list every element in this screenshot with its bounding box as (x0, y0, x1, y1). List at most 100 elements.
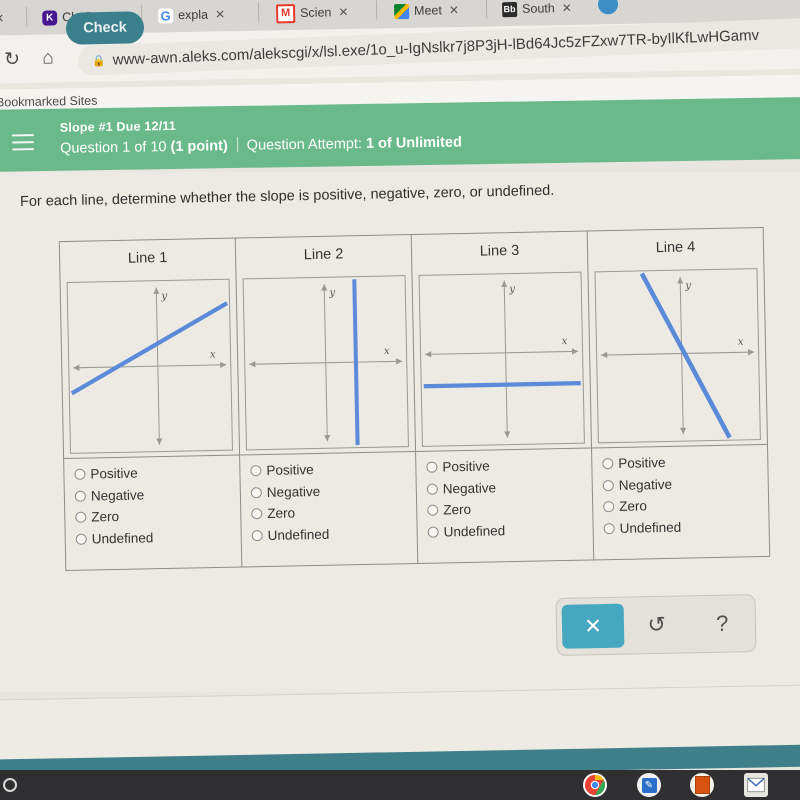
radio-icon[interactable] (603, 522, 615, 534)
radio-icon[interactable] (251, 529, 263, 541)
lock-icon: 🔒 (91, 54, 106, 67)
browser-tab-3[interactable]: Meet ✕ (393, 0, 459, 26)
radio-icon[interactable] (602, 479, 614, 491)
graph-line-3: y x (418, 271, 585, 447)
tab-divider (375, 0, 378, 21)
chrome-icon[interactable] (583, 773, 607, 797)
option-label: Zero (443, 501, 472, 518)
option-zero-1[interactable]: Zero (75, 507, 240, 525)
column-title: Line 2 (303, 246, 344, 264)
radio-icon[interactable] (251, 508, 263, 520)
radio-icon[interactable] (250, 486, 262, 498)
option-positive-1[interactable]: Positive (74, 464, 239, 482)
option-label: Positive (90, 465, 138, 482)
radio-icon[interactable] (74, 490, 86, 502)
graph-line-1: y x (66, 278, 234, 454)
attempt-label: Question Attempt: (246, 135, 367, 154)
close-icon[interactable]: ✕ (449, 3, 459, 17)
line-column-2: Line 2 y x Positive Negative Zero Undefi… (235, 235, 419, 567)
radio-icon[interactable] (250, 465, 262, 477)
lines-table: Line 1 y x Positive Negative Zero Undefi… (58, 226, 771, 572)
undo-button[interactable]: ↺ (624, 611, 690, 638)
browser-tab-2[interactable]: M Scien ✕ (275, 0, 349, 28)
screen-photo: ✕ K Ch_5. ✕ G expla ✕ M Scien ✕ Meet ✕ B… (0, 0, 800, 800)
classroom-icon[interactable]: ✎ (637, 773, 661, 797)
radio-icon[interactable] (426, 483, 438, 495)
docs-icon[interactable] (690, 773, 714, 797)
radio-icon[interactable] (427, 526, 439, 538)
option-positive-4[interactable]: Positive (602, 453, 767, 471)
bookmark-item[interactable]: nt Bookmarked Sites (0, 94, 98, 110)
profile-avatar[interactable] (597, 0, 619, 15)
option-zero-2[interactable]: Zero (251, 503, 416, 521)
tab-label: Meet (413, 3, 443, 18)
tab-divider (485, 0, 488, 19)
help-button[interactable]: ? (689, 610, 755, 637)
clear-button[interactable]: ✕ (561, 603, 625, 649)
option-label: Negative (442, 479, 497, 496)
option-negative-4[interactable]: Negative (602, 474, 768, 492)
close-icon[interactable]: ✕ (562, 1, 572, 15)
tab-close-leftmost[interactable]: ✕ (0, 3, 5, 33)
graph-line-4: y x (594, 268, 761, 444)
option-undefined-1[interactable]: Undefined (75, 528, 241, 547)
answer-toolbar: ✕ ↺ ? (555, 594, 757, 656)
meet-icon (393, 3, 410, 19)
option-label: Undefined (443, 522, 506, 539)
close-icon[interactable]: ✕ (0, 11, 4, 25)
tab-label: South (521, 1, 555, 16)
option-undefined-2[interactable]: Undefined (251, 524, 417, 543)
aleks-header: Slope #1 Due 12/11 Question 1 of 10 (1 p… (0, 96, 800, 172)
option-label: Zero (619, 498, 648, 514)
option-label: Undefined (619, 519, 682, 536)
option-positive-3[interactable]: Positive (426, 456, 591, 474)
radio-icon[interactable] (75, 533, 87, 545)
option-positive-2[interactable]: Positive (250, 460, 415, 478)
check-button[interactable]: Check (65, 11, 145, 45)
svg-text:y: y (684, 279, 691, 291)
option-label: Positive (442, 458, 490, 475)
radio-icon[interactable] (426, 461, 438, 473)
option-label: Negative (266, 483, 321, 500)
hamburger-menu-icon[interactable] (11, 134, 35, 151)
option-negative-2[interactable]: Negative (250, 481, 416, 500)
tab-label: expla (178, 7, 209, 23)
column-title: Line 3 (479, 242, 520, 260)
svg-text:y: y (328, 286, 335, 298)
blackboard-icon: Bb (501, 1, 518, 17)
question-prompt: For each line, determine whether the slo… (19, 182, 555, 210)
divider (236, 136, 238, 152)
option-undefined-3[interactable]: Undefined (427, 521, 593, 539)
option-negative-3[interactable]: Negative (426, 478, 592, 496)
option-label: Zero (91, 508, 120, 525)
option-zero-3[interactable]: Zero (427, 499, 592, 517)
radio-icon[interactable] (75, 511, 87, 523)
radio-icon[interactable] (602, 458, 614, 470)
browser-tab-1[interactable]: G expla ✕ (158, 0, 225, 31)
home-icon[interactable]: ⌂ (36, 46, 60, 70)
m-icon: M (275, 3, 296, 23)
svg-text:x: x (562, 335, 568, 347)
option-label: Undefined (91, 529, 154, 547)
reload-icon[interactable]: ↻ (0, 47, 24, 71)
options-cell-1: Positive Negative Zero Undefined (64, 454, 242, 571)
option-label: Undefined (267, 526, 330, 543)
radio-icon[interactable] (603, 501, 615, 513)
question-status: Question 1 of 10 (1 point) Question Attem… (60, 133, 462, 156)
svg-text:y: y (508, 283, 515, 295)
radio-icon[interactable] (74, 468, 86, 480)
line-column-1: Line 1 y x Positive Negative Zero Undefi… (59, 238, 243, 571)
close-icon[interactable]: ✕ (215, 7, 225, 21)
svg-text:y: y (160, 290, 167, 302)
option-undefined-4[interactable]: Undefined (603, 517, 768, 535)
question-points: (1 point) (170, 138, 228, 156)
launcher-circle-icon[interactable] (3, 778, 17, 792)
files-icon[interactable] (744, 773, 768, 797)
option-negative-1[interactable]: Negative (74, 485, 240, 503)
browser-tab-4[interactable]: Bb South ✕ (501, 0, 572, 24)
option-zero-4[interactable]: Zero (603, 496, 768, 514)
radio-icon[interactable] (427, 504, 439, 516)
tab-divider (25, 6, 28, 27)
line-column-4: Line 4 y x Positive Negative Zero Undefi… (588, 228, 770, 560)
close-icon[interactable]: ✕ (338, 5, 348, 19)
